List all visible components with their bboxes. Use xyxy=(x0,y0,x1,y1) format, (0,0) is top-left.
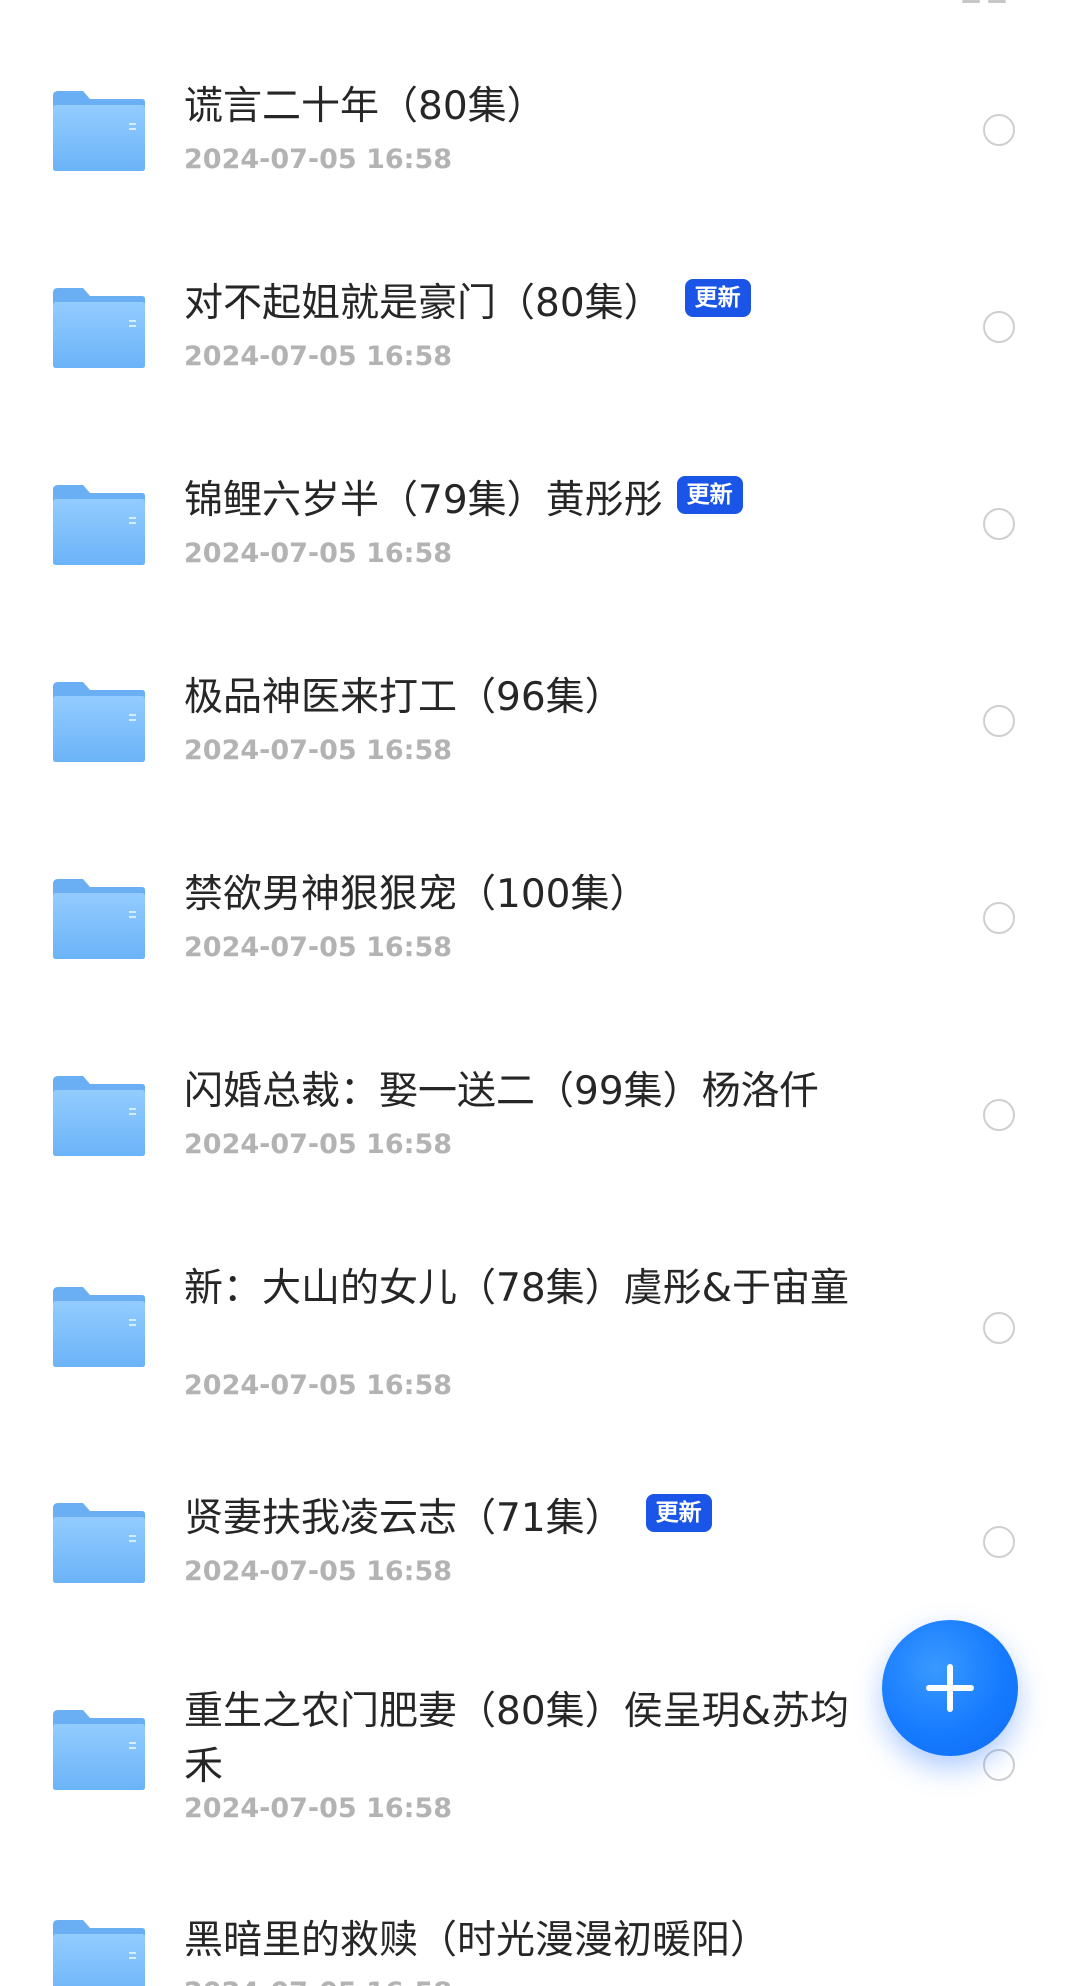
update-badge: 更新 xyxy=(676,475,743,514)
folder-icon xyxy=(50,88,148,174)
item-title: 谎言二十年（80集） xyxy=(184,78,874,133)
item-title-text: 新：大山的女儿（78集）虞彤&于宙童 xyxy=(184,1266,850,1311)
select-radio[interactable] xyxy=(983,508,1015,540)
item-date: 2024-07-05 16:58 xyxy=(184,735,453,766)
folder-icon-graphic xyxy=(53,1920,145,1986)
select-radio[interactable] xyxy=(983,1749,1015,1781)
item-title-text: 锦鲤六岁半（79集）黄彤彤 xyxy=(184,478,663,523)
folder-icon-graphic xyxy=(53,91,145,171)
item-date: 2024-07-05 16:58 xyxy=(184,1976,452,1986)
folder-icon-graphic xyxy=(53,1287,145,1367)
select-radio[interactable] xyxy=(983,1099,1015,1131)
item-title: 重生之农门肥妻（80集）侯呈玥&苏均禾 xyxy=(184,1683,854,1793)
folder-icon xyxy=(50,876,148,962)
item-title-text: 重生之农门肥妻（80集）侯呈玥&苏均禾 xyxy=(184,1689,850,1789)
item-title-text: 禁欲男神狠狠宠（100集） xyxy=(184,872,649,917)
folder-icon-graphic xyxy=(53,1076,145,1156)
item-title-text: 黑暗里的救赎（时光漫漫初暖阳） xyxy=(184,1918,770,1963)
folder-icon-graphic xyxy=(53,288,145,368)
item-date: 2024-07-05 16:58 xyxy=(184,538,453,569)
list-item[interactable]: 谎言二十年（80集） 2024-07-05 16:58 xyxy=(0,78,1080,198)
item-title-text: 闪婚总裁：娶一送二（99集）杨洛仟 xyxy=(184,1069,819,1114)
select-radio[interactable] xyxy=(983,311,1015,343)
list-item[interactable]: 禁欲男神狠狠宠（100集） 2024-07-05 16:58 xyxy=(0,866,1080,986)
list-item[interactable]: 黑暗里的救赎（时光漫漫初暖阳） 2024-07-05 16:58 xyxy=(0,1912,1080,1986)
list-item[interactable]: 闪婚总裁：娶一送二（99集）杨洛仟 2024-07-05 16:58 xyxy=(0,1063,1080,1183)
folder-icon xyxy=(50,1284,148,1370)
folder-icon-graphic xyxy=(53,485,145,565)
item-title: 新：大山的女儿（78集）虞彤&于宙童 xyxy=(184,1260,864,1315)
list-item[interactable]: 对不起姐就是豪门（80集） 更新 2024-07-05 16:58 xyxy=(0,275,1080,395)
item-date: 2024-07-05 16:58 xyxy=(184,1556,453,1587)
item-title-text: 极品神医来打工（96集） xyxy=(184,675,624,720)
plus-icon xyxy=(926,1664,974,1712)
select-radio[interactable] xyxy=(983,902,1015,934)
folder-icon-graphic xyxy=(53,682,145,762)
folder-icon xyxy=(50,1917,148,1986)
item-date: 2024-07-05 16:58 xyxy=(184,1793,453,1824)
top-bar-fragment xyxy=(962,0,1010,4)
list-item[interactable]: 新：大山的女儿（78集）虞彤&于宙童 2024-07-05 16:58 xyxy=(0,1260,1080,1425)
item-date: 2024-07-05 16:58 xyxy=(184,144,453,175)
folder-icon-graphic xyxy=(53,879,145,959)
item-title-text: 谎言二十年（80集） xyxy=(184,84,546,129)
folder-icon xyxy=(50,1707,148,1793)
folder-icon-graphic xyxy=(53,1710,145,1790)
add-fab-button[interactable] xyxy=(882,1620,1018,1756)
item-date: 2024-07-05 16:58 xyxy=(184,1370,453,1401)
select-radio[interactable] xyxy=(983,705,1015,737)
update-badge: 更新 xyxy=(684,278,751,317)
folder-icon xyxy=(50,285,148,371)
list-item[interactable]: 极品神医来打工（96集） 2024-07-05 16:58 xyxy=(0,669,1080,789)
item-title-text: 对不起姐就是豪门（80集） xyxy=(184,281,663,326)
folder-icon-graphic xyxy=(53,1503,145,1583)
item-title: 锦鲤六岁半（79集）黄彤彤 更新 xyxy=(184,472,874,527)
item-title: 黑暗里的救赎（时光漫漫初暖阳） xyxy=(184,1912,874,1967)
select-radio[interactable] xyxy=(983,1526,1015,1558)
list-item[interactable]: 贤妻扶我凌云志（71集） 更新 2024-07-05 16:58 xyxy=(0,1490,1080,1610)
item-title-text: 贤妻扶我凌云志（71集） xyxy=(184,1496,624,1541)
folder-icon xyxy=(50,482,148,568)
folder-icon xyxy=(50,679,148,765)
file-list-screen: 谎言二十年（80集） 2024-07-05 16:58 对不起姐就是豪门（80集… xyxy=(0,0,1080,1986)
item-title: 贤妻扶我凌云志（71集） 更新 xyxy=(184,1490,874,1545)
folder-icon xyxy=(50,1500,148,1586)
item-title: 对不起姐就是豪门（80集） 更新 xyxy=(184,275,874,330)
select-radio[interactable] xyxy=(983,114,1015,146)
item-date: 2024-07-05 16:58 xyxy=(184,932,453,963)
item-date: 2024-07-05 16:58 xyxy=(184,1129,453,1160)
item-title: 极品神医来打工（96集） xyxy=(184,669,874,724)
select-radio[interactable] xyxy=(983,1312,1015,1344)
list-item[interactable]: 锦鲤六岁半（79集）黄彤彤 更新 2024-07-05 16:58 xyxy=(0,472,1080,592)
item-date: 2024-07-05 16:58 xyxy=(184,341,453,372)
item-title: 禁欲男神狠狠宠（100集） xyxy=(184,866,874,921)
update-badge: 更新 xyxy=(645,1493,712,1532)
folder-icon xyxy=(50,1073,148,1159)
item-title: 闪婚总裁：娶一送二（99集）杨洛仟 xyxy=(184,1063,904,1118)
